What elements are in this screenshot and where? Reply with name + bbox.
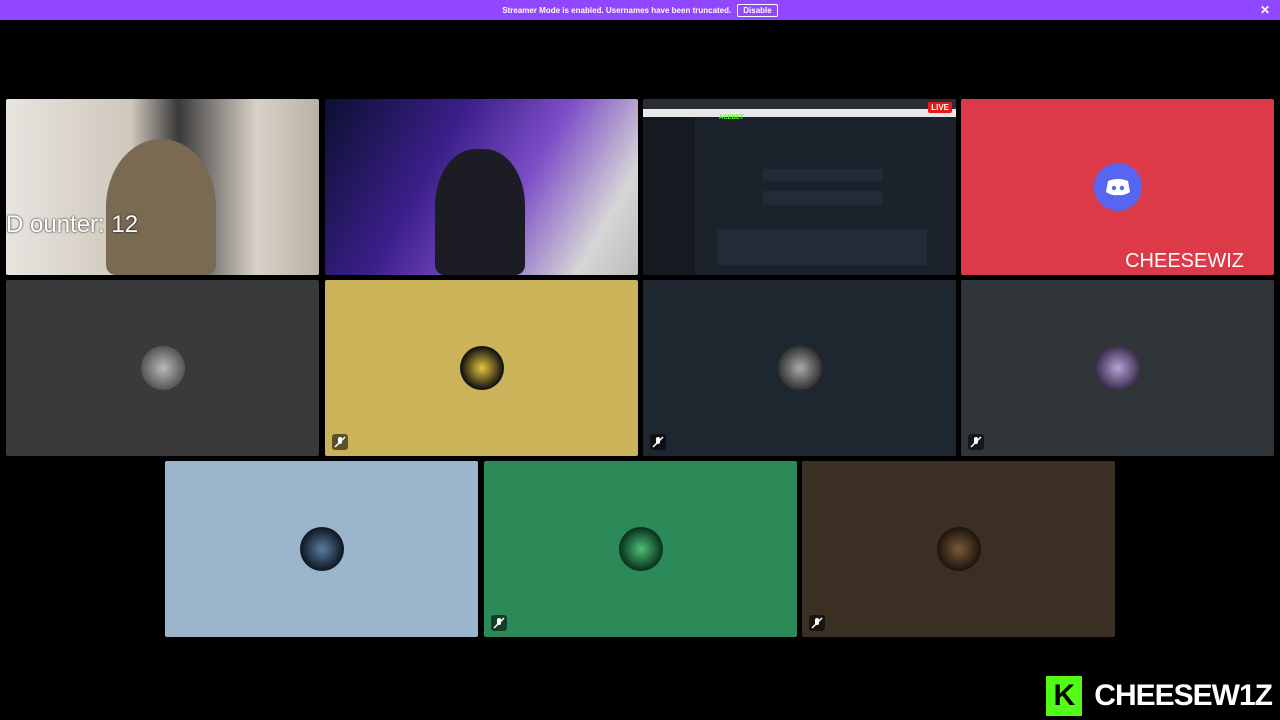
video-tile-screenshare[interactable]: ACEBET LIVE <box>643 99 956 275</box>
mic-muted-icon <box>809 615 825 631</box>
avatar <box>777 346 822 390</box>
mic-muted-icon <box>491 615 507 631</box>
mic-muted-icon <box>650 434 666 450</box>
video-tile-cheesewiz[interactable]: CHEESEWIZ <box>961 99 1274 275</box>
site-logo: ACEBET <box>719 115 744 121</box>
screenshare-feed: ACEBET <box>643 99 956 275</box>
streamer-mode-banner: Streamer Mode is enabled. Usernames have… <box>0 0 1280 20</box>
video-tile-participant[interactable] <box>961 280 1274 456</box>
avatar <box>618 527 663 571</box>
close-icon[interactable]: ✕ <box>1260 3 1270 17</box>
banner-text: Streamer Mode is enabled. Usernames have… <box>502 5 732 15</box>
channel-name: CHEESEW1Z <box>1094 679 1273 712</box>
kick-logo-icon: K <box>1046 676 1083 716</box>
kick-brand-overlay: K CHEESEW1Z <box>1046 676 1273 716</box>
disable-button[interactable]: Disable <box>737 3 778 17</box>
video-tile-participant[interactable] <box>325 280 638 456</box>
person-silhouette <box>106 139 216 275</box>
person-silhouette <box>435 149 525 275</box>
participant-name: CHEESEWIZ <box>1125 250 1244 272</box>
live-badge: LIVE <box>928 102 952 113</box>
counter-overlay-text: D ounter: 12 <box>6 211 139 238</box>
video-tile-webcam-2[interactable] <box>325 99 638 275</box>
mic-muted-icon <box>332 434 348 450</box>
avatar <box>140 346 185 390</box>
avatar <box>299 527 344 571</box>
discord-logo-icon <box>1093 163 1142 211</box>
avatar <box>936 527 981 571</box>
video-tile-participant[interactable] <box>484 461 797 637</box>
video-tile-participant[interactable] <box>643 280 956 456</box>
video-tile-webcam-1[interactable]: D ounter: 12 <box>6 99 319 275</box>
video-tile-participant[interactable] <box>6 280 319 456</box>
mic-muted-icon <box>968 434 984 450</box>
avatar <box>1095 346 1140 390</box>
video-tile-participant[interactable] <box>165 461 478 637</box>
avatar <box>459 346 504 390</box>
video-tile-participant[interactable] <box>802 461 1115 637</box>
